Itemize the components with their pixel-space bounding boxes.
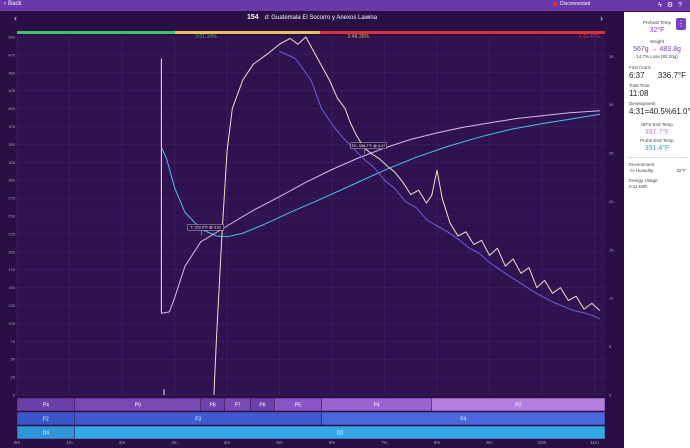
profile-segment-label: P6	[259, 403, 265, 409]
probe-end-value: 391.4°F	[644, 145, 670, 152]
energy-value: 0.11 kWh	[629, 184, 648, 189]
profile-segment-label: P7	[234, 403, 240, 409]
profile-segment-label: F2	[43, 417, 49, 423]
flash-icon[interactable]: ϟ	[658, 2, 667, 9]
profile-segment-label: P4	[374, 403, 380, 409]
annotation-label: FC: 336.7°F @ 6:37	[352, 144, 386, 148]
y-tick-label: 150	[8, 285, 15, 290]
status-dot-icon	[553, 2, 557, 6]
y-tick-label: 375	[8, 124, 15, 129]
back-button[interactable]: ‹ Back	[4, 1, 21, 7]
roast-summary-panel: ⋮ Preheat Temp 32°F Weight 567g → 483.8g…	[624, 12, 690, 448]
y-tick-label: 250	[8, 214, 15, 219]
help-icon[interactable]: ?	[678, 2, 687, 9]
divider	[627, 157, 687, 158]
profile-segment-label: P4	[43, 403, 49, 409]
x-tick-label: 0m	[14, 440, 21, 445]
profile-segment-label: D3	[337, 431, 344, 437]
bean-name: d: Guatemala El Socorro y Anexos Lawina	[264, 15, 378, 21]
x-tick-label: 11m	[590, 440, 599, 445]
ibts-end-value: 397.7°F	[644, 129, 670, 136]
next-roast-button[interactable]: ›	[600, 13, 603, 23]
y2-tick-label: 5	[609, 344, 612, 349]
profile-segment-label: F4	[460, 417, 466, 423]
environment-label: Environment	[629, 162, 655, 167]
ibts-end-label: IBTS End Temp	[641, 122, 673, 127]
status-text: Disconnected	[560, 1, 591, 7]
preheat-value: 32°F	[649, 27, 665, 34]
ambient-value: 32°F	[676, 168, 686, 173]
y-tick-label: 75	[11, 339, 16, 344]
x-tick-label: 10m	[538, 440, 547, 445]
y-tick-label: 475	[8, 52, 15, 57]
phase-bar-segment	[17, 31, 176, 34]
probe-end-label: Probe End Temp	[640, 138, 674, 143]
y-tick-label: 400	[8, 106, 15, 111]
y2-tick-label: 25	[609, 151, 614, 156]
y-tick-label: 25	[11, 375, 16, 380]
y-tick-label: 300	[8, 178, 15, 183]
y-tick-label: 0	[13, 393, 16, 398]
y-tick-label: 275	[8, 196, 15, 201]
x-tick-label: 7m	[381, 440, 388, 445]
profile-segment-label: P5	[295, 403, 301, 409]
roast-number: 154	[246, 14, 259, 21]
y2-tick-label: 20	[609, 199, 614, 204]
weight-value: 567g → 483.8g	[633, 46, 681, 53]
x-tick-label: 1m	[66, 440, 73, 445]
y-tick-label: 225	[8, 231, 15, 236]
y-tick-label: 50	[11, 357, 16, 362]
y-tick-label: 175	[8, 267, 15, 272]
y-tick-label: 500	[8, 35, 15, 40]
y-tick-label: 350	[8, 142, 15, 147]
y2-tick-label: 0	[609, 393, 612, 398]
total-time-label: Total Time	[629, 83, 650, 88]
y-tick-label: 200	[8, 249, 15, 254]
roast-chart: 3:01-34% 2:46-26% 4:31-40%0m 1m 2m 3m 4m 5m 6m 7m…	[8, 31, 614, 445]
x-tick-label: 5m	[276, 440, 283, 445]
y-tick-label: 100	[8, 321, 15, 326]
settings-icon[interactable]: ⚙	[667, 2, 678, 9]
profile-segment-label: F3	[195, 417, 201, 423]
development-label: Development	[629, 101, 656, 106]
x-tick-label: 3m	[171, 440, 178, 445]
top-bar: ‹ Back Disconnected ϟ⚙?	[0, 0, 690, 11]
chevron-left-icon: ‹	[4, 1, 6, 7]
x-tick-label: 9m	[486, 440, 493, 445]
total-time-value: 11:08	[629, 89, 649, 98]
weight-label: Weight	[650, 39, 664, 44]
preheat-label: Preheat Temp	[643, 20, 671, 25]
y2-tick-label: 10	[609, 296, 614, 301]
first-crack-label: First Crack	[629, 65, 651, 70]
y2-tick-label: 35	[609, 54, 614, 59]
x-tick-label: 6m	[329, 440, 336, 445]
y2-tick-label: 30	[609, 102, 614, 107]
development-temp: 61.0°F	[671, 107, 690, 116]
toolbar-icons: ϟ⚙?	[658, 1, 687, 9]
profile-segment-label: P9	[135, 403, 141, 409]
profile-segment-label: P8	[210, 403, 216, 409]
x-tick-label: 2m	[119, 440, 126, 445]
connection-status: Disconnected	[553, 1, 590, 7]
x-tick-label: 8m	[434, 440, 441, 445]
first-crack-temp: 336.7°F	[657, 71, 686, 80]
energy-label: Energy Usage	[629, 178, 658, 183]
x-tick-label: 4m	[224, 440, 231, 445]
y-tick-label: 125	[8, 303, 15, 308]
profile-segment-label: P2	[515, 403, 521, 409]
development-value: 4:31=40.5%	[629, 107, 672, 116]
y-tick-label: 325	[8, 160, 15, 165]
back-label: Back	[8, 1, 22, 7]
y-tick-label: 450	[8, 70, 15, 75]
profile-segment-label: D4	[43, 431, 50, 437]
page-title: 154 d: Guatemala El Socorro y Anexos Lawi…	[17, 14, 607, 26]
first-crack-time: 6:37	[629, 71, 645, 80]
humidity-value: -% Humidity	[629, 168, 654, 173]
weight-loss: 14.7% Loss (83.20g)	[636, 54, 678, 59]
y2-tick-label: 15	[609, 247, 614, 252]
y-tick-label: 425	[8, 88, 15, 93]
annotation-label: T: 223.0°F @ 3:31	[190, 226, 221, 230]
